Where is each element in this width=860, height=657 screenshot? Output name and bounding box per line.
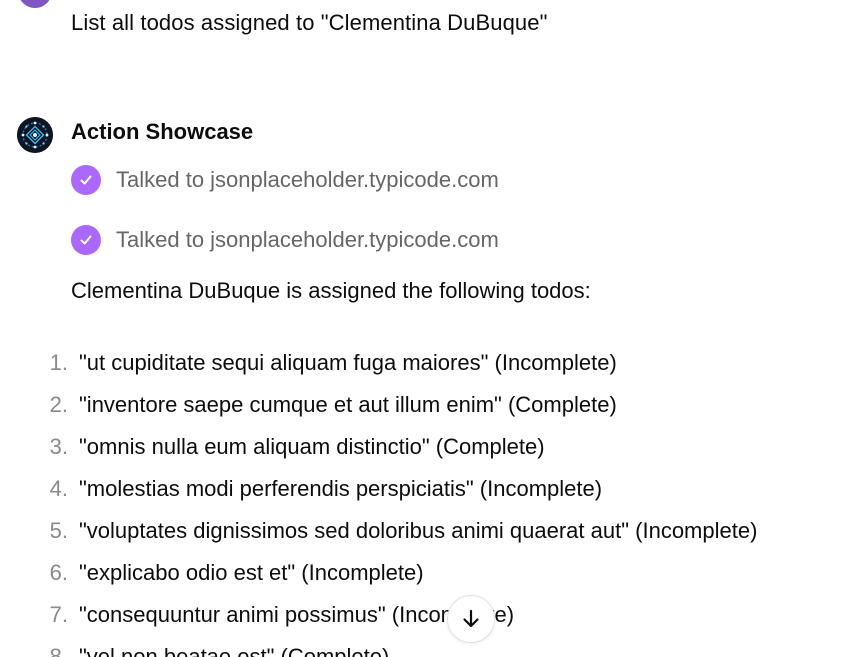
- todo-text: "molestias modi perferendis perspiciatis…: [79, 476, 603, 501]
- arrow-down-icon: [463, 609, 479, 628]
- list-number: 3.: [49, 434, 68, 459]
- user-message: List all todos assigned to "Clementina D…: [71, 10, 548, 35]
- todo-text: "vel non beatae est" (Complete): [79, 644, 390, 657]
- action-label: Talked to jsonplaceholder.typicode.com: [116, 227, 499, 252]
- assistant-avatar-icon: [17, 117, 53, 153]
- chat-page: List all todos assigned to "Clementina D…: [0, 0, 860, 657]
- assistant-name: Action Showcase: [71, 119, 254, 144]
- action-label: Talked to jsonplaceholder.typicode.com: [116, 167, 499, 192]
- list-number: 4.: [49, 476, 68, 501]
- todo-text: "explicabo odio est et" (Incomplete): [79, 560, 424, 585]
- todo-text: "ut cupiditate sequi aliquam fuga maiore…: [79, 350, 617, 375]
- todo-text: "omnis nulla eum aliquam distinctio" (Co…: [79, 434, 545, 459]
- check-icon: [71, 165, 101, 195]
- list-number: 2.: [49, 392, 68, 417]
- todo-text: "voluptates dignissimos sed doloribus an…: [79, 518, 758, 543]
- scroll-to-bottom-button[interactable]: [447, 595, 495, 643]
- list-number: 8.: [49, 644, 68, 657]
- user-avatar: [18, 0, 52, 8]
- action-status-row[interactable]: Talked to jsonplaceholder.typicode.com: [71, 165, 499, 195]
- list-number: 1.: [49, 350, 68, 375]
- todo-text: "inventore saepe cumque et aut illum eni…: [79, 392, 617, 417]
- list-number: 6.: [49, 560, 68, 585]
- list-number: 7.: [49, 602, 68, 627]
- response-intro: Clementina DuBuque is assigned the follo…: [71, 278, 591, 303]
- list-number: 5.: [49, 518, 68, 543]
- action-status-row[interactable]: Talked to jsonplaceholder.typicode.com: [71, 225, 499, 255]
- check-icon: [71, 225, 101, 255]
